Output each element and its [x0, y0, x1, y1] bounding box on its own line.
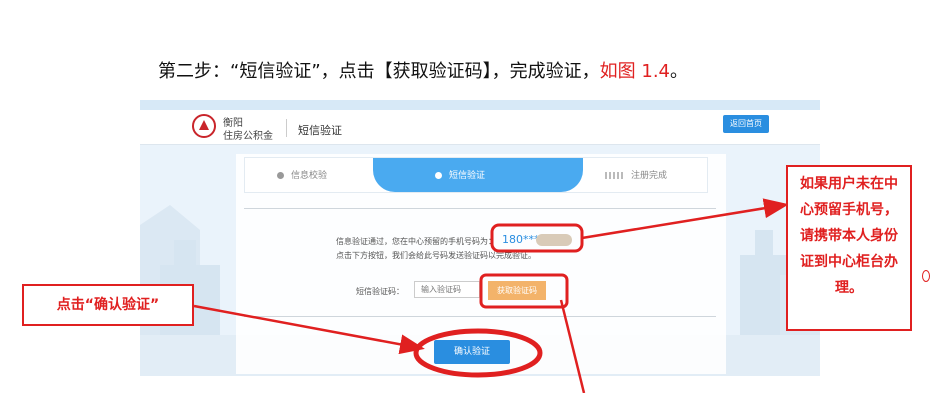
page-title: 短信验证 — [298, 124, 342, 137]
figure-reference: 如图 1.4 — [599, 61, 671, 82]
housing-fund-logo-icon — [192, 114, 216, 138]
redacted-digits — [536, 234, 572, 246]
step-label: 信息校验 — [291, 171, 328, 181]
right-callout-note: 如果用户未在中心预留手机号，请携带本人身份证到中心柜台办理。 — [786, 165, 912, 331]
verification-panel: 信息校验 短信验证 注册完成 信息验证通过，您在中心预留的手机号码为： 180*… — [236, 154, 726, 374]
header-divider — [286, 119, 287, 137]
step-dot-icon — [277, 172, 284, 179]
step-sms-verify: 短信验证 — [435, 168, 485, 181]
get-code-button[interactable]: 获取验证码 — [488, 281, 546, 300]
caption-text: 第二步：“短信验证”，点击【获取验证码】，完成验证， — [158, 61, 600, 82]
site-header: 衡阳 住房公积金 短信验证 返回首页 — [140, 110, 820, 145]
confirm-verify-button[interactable]: 确认验证 — [434, 340, 510, 364]
step-register-complete: 注册完成 — [605, 168, 667, 181]
step-info-check: 信息校验 — [277, 168, 327, 181]
top-strip — [140, 100, 820, 110]
verify-message-line1: 信息验证通过，您在中心预留的手机号码为： — [336, 237, 496, 246]
step-label: 短信验证 — [449, 171, 486, 181]
edge-mark — [922, 270, 930, 282]
divider-bottom — [244, 316, 716, 317]
sms-code-label: 短信验证码： — [356, 287, 404, 296]
left-callout-note: 点击“确认验证” — [22, 284, 194, 326]
sms-code-input[interactable] — [414, 281, 480, 298]
step-dot-icon — [435, 172, 442, 179]
progress-steps: 信息校验 短信验证 注册完成 — [244, 157, 708, 193]
home-button[interactable]: 返回首页 — [723, 115, 769, 133]
caption-end: 。 — [670, 61, 689, 82]
step-label: 注册完成 — [631, 171, 668, 181]
org-name-line2: 住房公积金 — [223, 131, 273, 142]
divider-top — [244, 208, 716, 209]
instruction-caption: 第二步：“短信验证”，点击【获取验证码】，完成验证，如图 1.4。 — [158, 57, 688, 83]
step-arrow-icon — [605, 172, 625, 179]
verify-message-line2: 点击下方按钮，我们会给此号码发送验证码以完成验证。 — [336, 251, 536, 260]
screenshot-frame: 衡阳 住房公积金 短信验证 返回首页 信息校验 短信验证 注册完成 信息验证通过… — [140, 100, 820, 376]
